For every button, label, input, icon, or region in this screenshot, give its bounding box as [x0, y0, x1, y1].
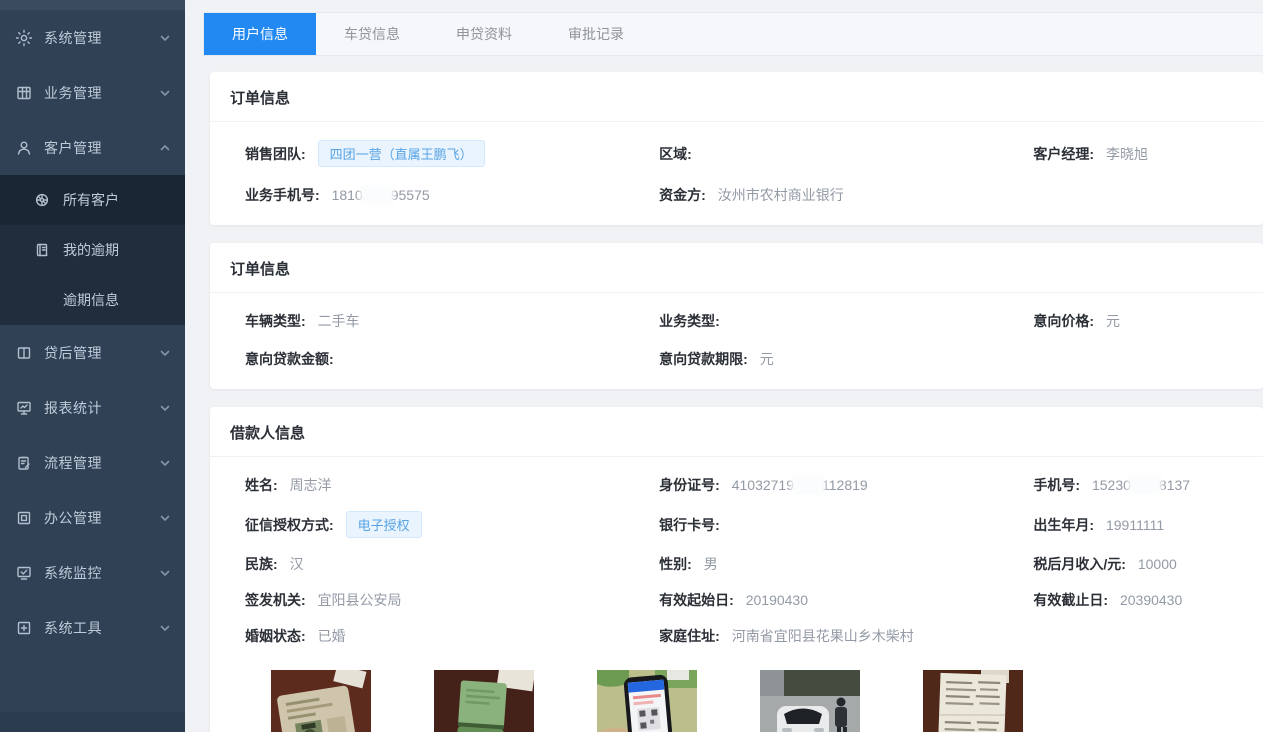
credit-auth-field: 征信授权方式: 电子授权 — [245, 511, 659, 538]
issuing-authority-field: 签发机关: 宜阳县公安局 — [245, 590, 659, 610]
sidebar-subitem-overdue-info[interactable]: 逾期信息 — [0, 275, 185, 325]
main-content: 用户信息 车贷信息 申贷资料 审批记录 订单信息 销售团队: 四团一营（直属王鹏… — [185, 0, 1263, 732]
user-icon — [15, 139, 33, 157]
sidebar-item-system-monitor[interactable]: 系统监控 — [0, 545, 185, 600]
sidebar-subitem-all-customers[interactable]: 所有客户 — [0, 175, 185, 225]
valid-from-field: 有效起始日: 20190430 — [659, 590, 1033, 610]
sidebar-subitem-my-overdue[interactable]: 我的逾期 — [0, 225, 185, 275]
redaction-blur — [1132, 478, 1158, 491]
valid-to-field: 有效截止日: 20390430 — [1033, 590, 1243, 610]
id-number-field: 身份证号: 41032719112819 — [659, 475, 1033, 495]
customer-mgmt-submenu: 所有客户 我的逾期 逾期信息 — [0, 175, 185, 325]
credit-auth-tag[interactable]: 电子授权 — [346, 511, 422, 538]
person-car-photo[interactable]: 人车合影 — [760, 670, 860, 732]
sidebar-item-system-mgmt[interactable]: 系统管理 — [0, 10, 185, 65]
toolbox-icon — [15, 619, 33, 637]
clipboard-icon — [15, 454, 33, 472]
monthly-income-field: 税后月收入/元: 10000 — [1033, 554, 1243, 574]
chevron-down-icon — [159, 347, 171, 359]
sidebar-item-label: 客户管理 — [44, 138, 159, 158]
order-info-card: 订单信息 销售团队: 四团一营（直属王鹏飞） 区域: 客户经理: — [210, 72, 1263, 225]
business-phone-field: 业务手机号: 181095575 — [245, 185, 659, 205]
tab-bar: 用户信息 车贷信息 申贷资料 审批记录 — [203, 12, 1263, 56]
notebook-icon — [34, 242, 50, 258]
sales-team-field: 销售团队: 四团一营（直属王鹏飞） — [245, 140, 659, 167]
sales-team-tag[interactable]: 四团一营（直属王鹏飞） — [318, 140, 485, 167]
marital-status-field: 婚姻状态: 已婚 — [245, 626, 659, 646]
vehicle-type-field: 车辆类型: 二手车 — [245, 311, 659, 331]
sidebar-item-process-mgmt[interactable]: 流程管理 — [0, 435, 185, 490]
funder-field: 资金方: 汝州市农村商业银行 — [659, 185, 1033, 205]
columns-icon — [15, 344, 33, 362]
sidebar-item-customer-mgmt[interactable]: 客户管理 — [0, 120, 185, 175]
sidebar-item-label: 系统监控 — [44, 563, 159, 583]
chevron-down-icon — [159, 567, 171, 579]
photo-thumbnails: 身份证 — [271, 670, 1243, 732]
chevron-down-icon — [159, 622, 171, 634]
mobile-phone-field: 手机号: 152308137 — [1033, 475, 1243, 495]
sidebar-subitem-label: 所有客户 — [63, 190, 119, 210]
card-title: 借款人信息 — [210, 407, 1263, 457]
license-booklet-photo[interactable]: 驾驶证照片 — [434, 670, 534, 732]
sidebar-item-report-stats[interactable]: 报表统计 — [0, 380, 185, 435]
chevron-down-icon — [159, 402, 171, 414]
sidebar-item-business-mgmt[interactable]: 业务管理 — [0, 65, 185, 120]
sidebar-item-label: 流程管理 — [44, 453, 159, 473]
tab-approval-records[interactable]: 审批记录 — [540, 13, 652, 55]
chevron-down-icon — [159, 457, 171, 469]
chevron-down-icon — [159, 87, 171, 99]
sidebar-item-label: 业务管理 — [44, 83, 159, 103]
auth-screenshot-photo[interactable]: 授权截图 — [597, 670, 697, 732]
chevron-down-icon — [159, 512, 171, 524]
sidebar-subitem-label: 逾期信息 — [63, 290, 119, 310]
name-field: 姓名: 周志洋 — [245, 475, 659, 495]
borrower-info-card: 借款人信息 姓名: 周志洋 身份证号: 41032719112819 手机号: — [210, 407, 1263, 732]
redaction-blur — [795, 478, 821, 491]
gear-icon — [15, 29, 33, 47]
intent-loan-amount-field: 意向贷款金额: — [245, 349, 659, 369]
square-icon — [15, 509, 33, 527]
sidebar-item-label: 贷后管理 — [44, 343, 159, 363]
tab-user-info[interactable]: 用户信息 — [204, 13, 316, 55]
wheel-icon — [34, 192, 50, 208]
home-address-field: 家庭住址: 河南省宜阳县花果山乡木柴村 — [659, 626, 1033, 646]
sidebar-item-label: 办公管理 — [44, 508, 159, 528]
birth-date-field: 出生年月: 19911111 — [1033, 515, 1243, 535]
card-title: 订单信息 — [210, 72, 1263, 122]
ethnicity-field: 民族: 汉 — [245, 554, 659, 574]
sidebar-top-strip — [0, 0, 185, 10]
intent-loan-term-field: 意向贷款期限: 元 — [659, 349, 1033, 369]
business-type-field: 业务类型: — [659, 311, 1033, 331]
sidebar-item-postloan-mgmt[interactable]: 贷后管理 — [0, 325, 185, 380]
grid-icon — [15, 84, 33, 102]
monitor-icon — [15, 399, 33, 417]
bank-card-field: 银行卡号: — [659, 515, 1033, 535]
intent-price-field: 意向价格: 元 — [1033, 311, 1243, 331]
cards-area: 订单信息 销售团队: 四团一营（直属王鹏飞） 区域: 客户经理: — [203, 56, 1263, 732]
sidebar-bottom-strip — [0, 712, 185, 732]
id-card-photo[interactable]: 身份证 — [271, 670, 371, 732]
redaction-blur — [364, 188, 390, 201]
card-title: 订单信息 — [210, 243, 1263, 293]
account-manager-field: 客户经理: 李晓旭 — [1033, 144, 1243, 164]
sidebar-item-label: 报表统计 — [44, 398, 159, 418]
document-photo[interactable]: 其他材料 — [923, 670, 1023, 732]
sidebar-item-label: 系统管理 — [44, 28, 159, 48]
sidebar: 系统管理 业务管理 客户管理 所有客户 — [0, 0, 185, 732]
sidebar-item-system-tools[interactable]: 系统工具 — [0, 600, 185, 655]
gender-field: 性别: 男 — [659, 554, 1033, 574]
tab-car-loan-info[interactable]: 车贷信息 — [316, 13, 428, 55]
page: 系统管理 业务管理 客户管理 所有客户 — [0, 0, 1263, 732]
chevron-up-icon — [159, 142, 171, 154]
sidebar-subitem-label: 我的逾期 — [63, 240, 119, 260]
sidebar-item-label: 系统工具 — [44, 618, 159, 638]
monitor-check-icon — [15, 564, 33, 582]
sidebar-item-office-mgmt[interactable]: 办公管理 — [0, 490, 185, 545]
region-field: 区域: — [659, 144, 1033, 164]
vehicle-order-info-card: 订单信息 车辆类型: 二手车 业务类型: 意向价格: 元 — [210, 243, 1263, 389]
tab-loan-application-docs[interactable]: 申贷资料 — [428, 13, 540, 55]
chevron-down-icon — [159, 32, 171, 44]
